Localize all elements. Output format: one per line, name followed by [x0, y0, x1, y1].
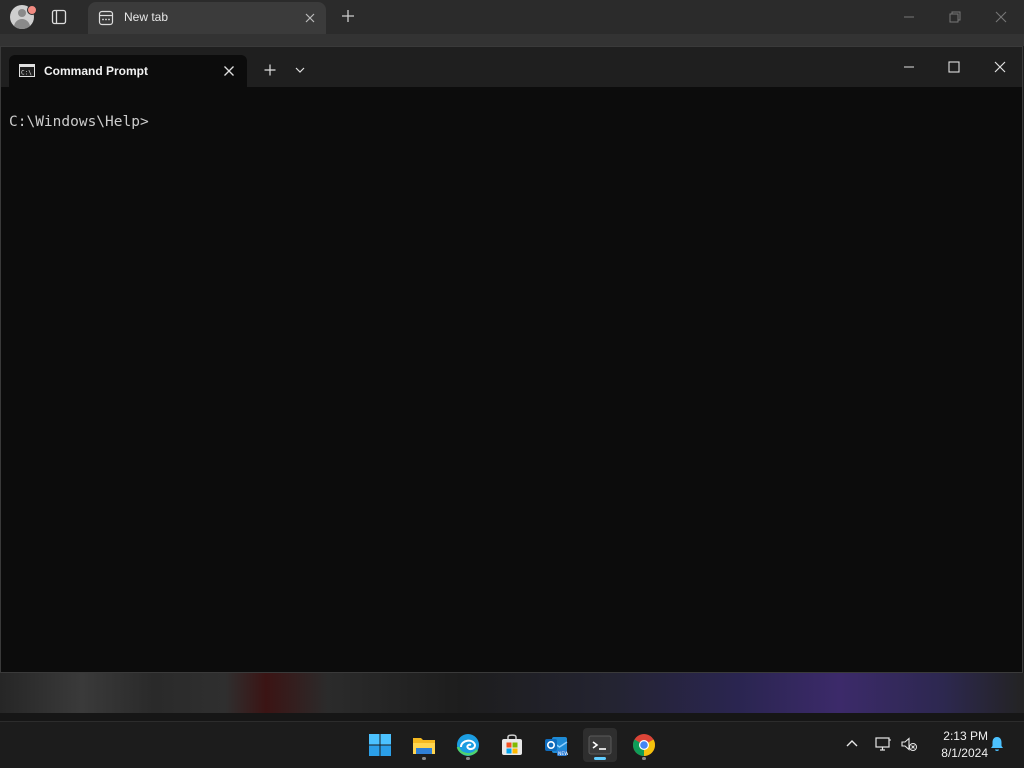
notification-bell-icon[interactable]: [988, 735, 1006, 753]
windows-start-icon: [369, 734, 391, 756]
clock-time[interactable]: 2:13 PM: [924, 729, 988, 743]
chevron-up-icon[interactable]: [843, 735, 861, 753]
clock-date[interactable]: 8/1/2024: [924, 746, 988, 760]
taskbar-terminal[interactable]: [583, 728, 617, 762]
terminal-icon: [588, 735, 612, 755]
maximize-icon[interactable]: [947, 60, 961, 74]
taskbar-microsoft-store[interactable]: [495, 728, 529, 762]
taskbar-edge[interactable]: [451, 728, 485, 762]
new-tab-plus-icon[interactable]: [340, 8, 356, 24]
chevron-down-icon[interactable]: [294, 65, 306, 75]
svg-text:C:\: C:\: [21, 70, 32, 77]
desktop-background: [0, 673, 1024, 721]
close-tab-icon[interactable]: [302, 10, 318, 26]
command-prompt-line: C:\Windows\Help>: [9, 114, 149, 130]
terminal-console[interactable]: C:\Windows\Help>: [1, 87, 1022, 672]
volume-muted-icon[interactable]: [900, 735, 918, 753]
cmd-icon: C:\: [19, 64, 35, 77]
browser-tab-new-tab[interactable]: New tab: [88, 2, 326, 34]
browser-titlebar: New tab: [0, 0, 1024, 46]
start-button[interactable]: [363, 728, 397, 762]
network-disconnected-icon[interactable]: [874, 735, 892, 753]
terminal-tab-label: Command Prompt: [44, 64, 149, 78]
terminal-tab-command-prompt[interactable]: C:\ Command Prompt: [9, 55, 247, 87]
taskbar-file-explorer[interactable]: [407, 728, 441, 762]
minimize-icon[interactable]: [902, 60, 916, 74]
taskbar-outlook[interactable]: NEW: [539, 728, 573, 762]
browser-minimize-icon[interactable]: [901, 9, 917, 25]
svg-text:NEW: NEW: [558, 751, 568, 757]
new-tab-plus-icon[interactable]: [263, 63, 277, 77]
browser-restore-icon[interactable]: [947, 9, 963, 25]
new-tab-page-icon: [98, 10, 114, 26]
profile-notification-dot: [27, 5, 37, 15]
chrome-icon: [633, 734, 655, 756]
terminal-window: C:\ Command Prompt C:\Windows\Help>: [0, 46, 1023, 673]
tab-actions-icon[interactable]: [51, 9, 67, 25]
outlook-new-icon: NEW: [545, 737, 568, 757]
terminal-titlebar[interactable]: C:\ Command Prompt: [1, 47, 1022, 87]
edge-icon: [456, 734, 479, 756]
taskbar-chrome[interactable]: [627, 728, 661, 762]
browser-toolbar-strip: [0, 34, 1024, 46]
close-tab-icon[interactable]: [222, 64, 236, 78]
browser-tab-label: New tab: [124, 10, 169, 24]
browser-close-icon[interactable]: [993, 9, 1009, 25]
close-window-icon[interactable]: [993, 60, 1007, 74]
microsoft-store-icon: [502, 734, 522, 755]
file-explorer-icon: [413, 738, 435, 754]
